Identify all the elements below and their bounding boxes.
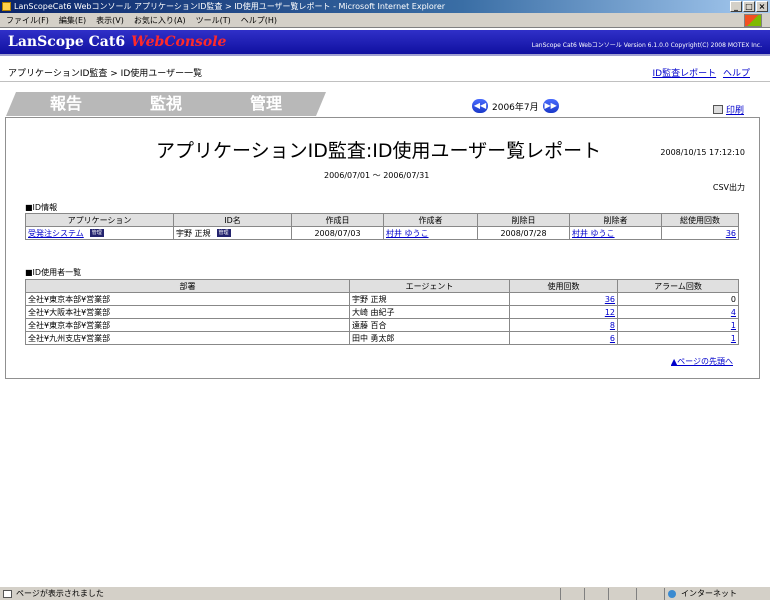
minimize-button[interactable]: _ [730, 1, 742, 12]
breadcrumb: アプリケーションID監査 > ID使用ユーザー一覧 [8, 69, 203, 79]
users-heading: ■ID使用者一覧 [25, 268, 82, 277]
browser-window: LanScopeCat6 Webコンソール アプリケーションID監査 > ID使… [0, 0, 770, 600]
menu-help[interactable]: ヘルプ(H) [241, 15, 277, 26]
alarm-count-link[interactable]: 4 [731, 308, 736, 317]
creator-link[interactable]: 村井 ゆうこ [386, 229, 429, 238]
app-header: LanScope Cat6 WebConsole LanScope Cat6 We… [0, 30, 770, 56]
print-link[interactable]: 印刷 [726, 103, 744, 116]
total-uses-link[interactable]: 36 [726, 229, 736, 238]
month-navigator: ◀◀ 2006年7月 ▶▶ [472, 99, 559, 113]
application-link[interactable]: 受発注システム [28, 229, 84, 238]
column-header: 作成日 [291, 213, 384, 227]
status-divider [636, 588, 637, 600]
brand-logo: LanScope Cat6 WebConsole [8, 34, 227, 50]
status-divider [560, 588, 561, 600]
maximize-button[interactable]: □ [743, 1, 755, 12]
id-info-heading: ■ID情報 [25, 203, 58, 212]
close-button[interactable]: × [756, 1, 768, 12]
report-timestamp: 2008/10/15 17:12:10 [660, 148, 745, 157]
id-audit-report-link[interactable]: ID監査レポート [653, 69, 717, 79]
use-count-link[interactable]: 36 [605, 295, 615, 304]
department: 全社¥九州支店¥営業部 [25, 331, 350, 345]
ie-icon [2, 2, 11, 11]
version-text: LanScope Cat6 Webコンソール Version 6.1.0.0 C… [531, 42, 762, 49]
agent: 遠藤 百合 [349, 318, 510, 332]
title-bar: LanScopeCat6 Webコンソール アプリケーションID監査 > ID使… [0, 0, 770, 13]
tab-manage[interactable]: 管理 [206, 92, 326, 116]
column-header: エージェント [349, 279, 510, 293]
windows-logo-icon [744, 14, 762, 27]
department: 全社¥東京本部¥営業部 [25, 292, 350, 306]
menu-view[interactable]: 表示(V) [96, 15, 124, 26]
use-count-link[interactable]: 12 [605, 308, 615, 317]
agent: 田中 勇太郎 [349, 331, 510, 345]
table-row: 全社¥東京本部¥営業部 宇野 正規 36 0 [25, 292, 739, 306]
column-header: 削除者 [569, 213, 662, 227]
menu-bar: ファイル(F) 編集(E) 表示(V) お気に入り(A) ツール(T) ヘルプ(… [0, 13, 770, 28]
prev-month-button[interactable]: ◀◀ [472, 99, 488, 113]
status-bar: ページが表示されました インターネット [0, 586, 770, 600]
users-table: 部署 エージェント 使用回数 アラーム回数 全社¥東京本部¥営業部 宇野 正規 … [25, 279, 739, 345]
back-to-top: ▲ページの先頭へ [671, 356, 733, 367]
menu-file[interactable]: ファイル(F) [6, 15, 49, 26]
breadcrumb-row: アプリケーションID監査 > ID使用ユーザー一覧 ID監査レポート ヘルプ [0, 58, 770, 82]
table-header-row: 部署 エージェント 使用回数 アラーム回数 [25, 279, 739, 293]
table-row: 全社¥九州支店¥営業部 田中 勇太郎 6 1 [25, 331, 739, 345]
table-row: 全社¥東京本部¥営業部 遠藤 百合 8 1 [25, 318, 739, 332]
deleter-link[interactable]: 村井 ゆうこ [572, 229, 615, 238]
agent: 宇野 正規 [349, 292, 510, 306]
window-title: LanScopeCat6 Webコンソール アプリケーションID監査 > ID使… [14, 2, 446, 11]
top-links: ID監査レポート ヘルプ [649, 66, 750, 79]
report-title: アプリケーションID監査:ID使用ユーザー覧レポート [156, 140, 602, 162]
next-month-button[interactable]: ▶▶ [542, 99, 559, 113]
page-icon [3, 590, 12, 598]
id-info-table: アプリケーション ID名 作成日 作成者 削除日 削除者 総使用回数 受発注シス… [25, 213, 739, 240]
use-count-link[interactable]: 6 [610, 334, 615, 343]
column-header: ID名 [173, 213, 292, 227]
column-header: 削除日 [477, 213, 570, 227]
column-header: アラーム回数 [617, 279, 739, 293]
alarm-count-link[interactable]: 1 [731, 334, 736, 343]
department: 全社¥大阪本社¥営業部 [25, 305, 350, 319]
report-date-range: 2006/07/01 〜 2006/07/31 [324, 171, 430, 180]
use-count-link[interactable]: 8 [610, 321, 615, 330]
main-tabs: 報告 監視 管理 [6, 92, 336, 116]
column-header: 部署 [25, 279, 350, 293]
id-name: 宇野 正規 [176, 228, 211, 238]
back-to-top-link[interactable]: ▲ページの先頭へ [671, 357, 733, 366]
printer-icon[interactable] [712, 105, 723, 114]
status-divider [608, 588, 609, 600]
column-header: 総使用回数 [661, 213, 739, 227]
manage-badge[interactable]: 管理 [89, 229, 104, 237]
agent: 大崎 由紀子 [349, 305, 510, 319]
table-row: 受発注システム 管理 宇野 正規 管理 2008/07/03 村井 ゆうこ 2008… [25, 226, 739, 240]
report-panel: アプリケーションID監査:ID使用ユーザー覧レポート 2008/10/15 17… [5, 117, 760, 379]
manage-badge[interactable]: 管理 [216, 229, 231, 237]
table-header-row: アプリケーション ID名 作成日 作成者 削除日 削除者 総使用回数 [25, 213, 739, 227]
column-header: アプリケーション [25, 213, 174, 227]
print-control: 印刷 [712, 103, 744, 116]
security-zone: インターネット [664, 588, 737, 600]
status-divider [584, 588, 585, 600]
table-row: 全社¥大阪本社¥営業部 大崎 由紀子 12 4 [25, 305, 739, 319]
status-text: ページが表示されました [16, 589, 104, 598]
csv-export-link[interactable]: CSV出力 [713, 182, 745, 193]
alarm-count-link[interactable]: 1 [731, 321, 736, 330]
menu-tools[interactable]: ツール(T) [196, 15, 231, 26]
deleted-date: 2008/07/28 [477, 226, 570, 240]
current-month-label: 2006年7月 [492, 102, 539, 113]
menu-edit[interactable]: 編集(E) [59, 15, 86, 26]
created-date: 2008/07/03 [291, 226, 384, 240]
department: 全社¥東京本部¥営業部 [25, 318, 350, 332]
column-header: 作成者 [383, 213, 478, 227]
column-header: 使用回数 [509, 279, 618, 293]
alarm-count: 0 [617, 292, 739, 306]
menu-favorites[interactable]: お気に入り(A) [134, 15, 186, 26]
help-link[interactable]: ヘルプ [723, 69, 750, 79]
